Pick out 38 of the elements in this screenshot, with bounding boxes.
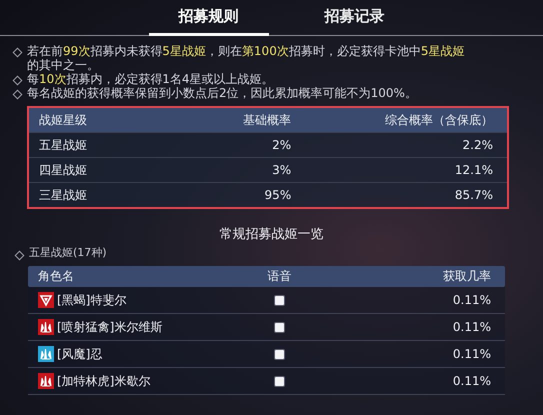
voice-square-icon[interactable] [274,348,286,360]
rule-text: 若在前99次招募内未获得5星战姬，则在第100次招募时，必定获得卡池中5星战姬 的其中之一。 [27,44,465,72]
section-label: 五星战姬(17种) [29,245,107,260]
table-cell-text: 95% [264,188,292,202]
bullet-icon [12,76,22,86]
rule-text: 每名战姬的获得概率保留到小数点后2位，因此累加概率可能不为100%。 [27,86,417,100]
column-header: 获取几率 [442,268,491,285]
table-cell-text: 3% [271,163,292,177]
table-cell-text: 85.7% [454,188,493,202]
column-header: 基础概率 [242,112,292,128]
bullet-icon [12,48,22,58]
table-cell-text: 0.11% [452,320,491,334]
table-cell-text: 2% [271,138,292,152]
table-cell-text: 四星战姬 [39,162,88,178]
voice-square-icon[interactable] [274,294,286,306]
section-title: 常规招募战姬一览 [218,226,324,243]
character-name: [加特林虎]米歇尔 [57,372,150,390]
column-header: 角色名 [38,268,75,285]
character-name: [喷射猛禽]米尔维斯 [57,318,162,336]
bullet-icon [12,90,22,100]
voice-square-icon[interactable] [274,322,286,332]
column-header: 战姬星级 [39,112,88,128]
rule-text: 每10次招募内，必定获得1名4星或以上战姬。 [27,72,274,86]
table-cell-text: 五星战姬 [39,136,88,154]
tab[interactable]: 招募记录 [294,0,414,36]
tab[interactable]: 招募规则 [148,0,268,36]
table-cell-text: 0.11% [452,293,491,307]
table-cell-text: 三星战姬 [39,186,88,204]
column-header: 综合概率（含保底） [384,112,493,128]
bullet-icon [14,250,24,260]
voice-square-icon[interactable] [274,376,286,386]
table-cell-text: 0.11% [452,374,491,388]
table-cell-text: 0.11% [452,347,491,361]
character-name: [黑蝎]特斐尔 [57,292,126,308]
column-header: 语音 [266,268,293,285]
table-cell-text: 12.1% [454,163,493,177]
character-name: [风魔]忍 [57,346,102,362]
table-cell-text: 2.2% [462,138,493,152]
